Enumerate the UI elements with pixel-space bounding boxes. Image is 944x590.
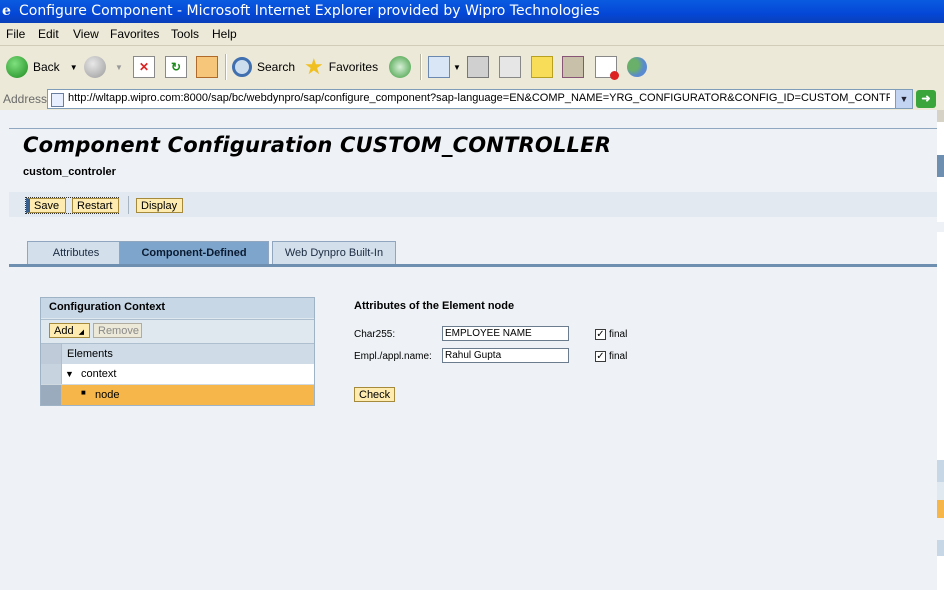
- leaf-bullet-icon: ■: [81, 388, 86, 397]
- window-title: Configure Component - Microsoft Internet…: [19, 3, 600, 19]
- note-icon: [531, 56, 553, 78]
- expand-triangle-icon[interactable]: ▼: [65, 369, 74, 379]
- add-menu-button[interactable]: Add ◢: [49, 323, 90, 338]
- edit-icon: [499, 56, 521, 78]
- right-partial-panel-4: [937, 540, 944, 556]
- refresh-icon: ↻: [165, 56, 187, 78]
- forward-button[interactable]: ▼: [84, 52, 123, 82]
- elements-header-label: Elements: [67, 348, 113, 360]
- back-arrow-icon: [6, 56, 28, 78]
- search-button[interactable]: Search: [232, 52, 295, 82]
- forward-arrow-icon: [84, 56, 106, 78]
- page-subtitle: custom_controler: [23, 166, 116, 178]
- final-checkbox[interactable]: ✓: [595, 351, 606, 362]
- tabstrip-underline: [9, 264, 937, 267]
- header-divider: [9, 128, 937, 129]
- right-partial-selected: [937, 500, 944, 518]
- char255-input[interactable]: EMPLOYEE NAME: [442, 326, 569, 341]
- field-label: Empl./appl.name:: [354, 351, 432, 362]
- refresh-button[interactable]: ↻: [165, 52, 187, 82]
- messenger-icon: [627, 57, 647, 77]
- tree-row-selected[interactable]: ■ node: [41, 385, 314, 405]
- menu-favorites[interactable]: Favorites: [110, 27, 159, 41]
- discuss-button[interactable]: [531, 52, 553, 82]
- tree-node-label: node: [95, 389, 120, 401]
- document-icon: [595, 56, 619, 80]
- restart-button[interactable]: Restart: [72, 198, 119, 213]
- edit-button[interactable]: [499, 52, 521, 82]
- right-partial-panel-3: [937, 482, 944, 500]
- print-button[interactable]: [467, 52, 489, 82]
- right-partial-text-2: [937, 518, 944, 540]
- menu-view[interactable]: View: [73, 27, 99, 41]
- panel-header: Configuration Context: [41, 298, 314, 318]
- tab-component-defined[interactable]: Component-Defined: [119, 241, 269, 264]
- page-title: Component Configuration CUSTOM_CONTROLLE…: [23, 133, 612, 157]
- display-button[interactable]: Display: [136, 198, 183, 213]
- dropdown-arrow-icon: ▼: [69, 62, 78, 72]
- remove-button[interactable]: Remove: [93, 323, 142, 338]
- document-button[interactable]: [595, 52, 619, 82]
- dropdown-arrow-icon: ▼: [453, 62, 461, 72]
- save-button[interactable]: Save: [26, 198, 66, 213]
- search-icon: [232, 57, 252, 77]
- final-label: final: [609, 329, 628, 340]
- row-selector[interactable]: [41, 364, 62, 384]
- tree-row[interactable]: ▼ context: [41, 364, 314, 385]
- address-dropdown-icon[interactable]: ▼: [895, 90, 912, 108]
- print-icon: [467, 56, 489, 78]
- attributes-heading: Attributes of the Element node: [354, 300, 515, 312]
- home-button[interactable]: [196, 52, 218, 82]
- right-partial-text: [937, 222, 944, 232]
- dropdown-arrow-icon: ▼: [115, 62, 123, 72]
- back-button[interactable]: Back ▼: [6, 52, 78, 82]
- empl-appl-name-input[interactable]: Rahul Gupta: [442, 348, 569, 363]
- toolbar-separator: [420, 54, 422, 80]
- address-url: http://wltapp.wipro.com:8000/sap/bc/webd…: [68, 92, 890, 104]
- page-icon: [51, 93, 64, 107]
- elements-column-header: Elements: [41, 343, 314, 365]
- right-partial-panel: [937, 155, 944, 177]
- right-partial-panel-2: [937, 460, 944, 482]
- menu-bar: File Edit View Favorites Tools Help: [0, 23, 944, 46]
- tree-node-label: context: [81, 368, 117, 380]
- panel-title: Configuration Context: [49, 301, 166, 313]
- toolbar-separator: [225, 54, 227, 80]
- menu-file[interactable]: File: [6, 27, 25, 41]
- browser-toolbar: Back ▼ ▼ ✕ ↻ Search ★ Favorites ▼: [0, 46, 944, 89]
- scroll-up-partial[interactable]: [937, 110, 944, 122]
- caret-down-icon: ◢: [78, 329, 85, 336]
- go-arrow-icon[interactable]: ➜: [916, 90, 936, 108]
- ie-logo-icon: e: [2, 3, 11, 19]
- menu-tools[interactable]: Tools: [171, 27, 199, 41]
- menu-edit[interactable]: Edit: [38, 27, 59, 41]
- address-label: Address: [3, 92, 48, 106]
- mail-icon: [428, 56, 450, 78]
- panel-toolbar: Add ◢ Remove: [41, 319, 314, 342]
- history-icon: [389, 56, 411, 78]
- row-selector[interactable]: [41, 385, 62, 405]
- messenger-button[interactable]: [627, 52, 647, 82]
- final-label: final: [609, 351, 628, 362]
- stop-button[interactable]: ✕: [133, 52, 155, 82]
- favorites-button[interactable]: ★ Favorites: [304, 52, 378, 82]
- tab-web-dynpro-built-in[interactable]: Web Dynpro Built-In: [272, 241, 396, 264]
- menu-help[interactable]: Help: [212, 27, 237, 41]
- research-icon: [562, 56, 584, 78]
- mail-button[interactable]: ▼: [428, 52, 461, 82]
- field-label: Char255:: [354, 329, 396, 340]
- button-separator: [128, 196, 129, 214]
- tab-attributes[interactable]: Attributes: [27, 241, 125, 264]
- history-button[interactable]: [389, 52, 416, 82]
- final-checkbox[interactable]: ✓: [595, 329, 606, 340]
- address-input[interactable]: http://wltapp.wipro.com:8000/sap/bc/webd…: [47, 89, 913, 109]
- window-titlebar: e Configure Component - Microsoft Intern…: [0, 0, 944, 23]
- research-button[interactable]: [562, 52, 584, 82]
- address-bar: Address http://wltapp.wipro.com:8000/sap…: [0, 88, 944, 111]
- home-icon: [196, 56, 218, 78]
- favorites-star-icon: ★: [304, 54, 324, 79]
- check-button[interactable]: Check: [354, 387, 395, 402]
- stop-icon: ✕: [133, 56, 155, 78]
- select-all-cell[interactable]: [41, 344, 62, 364]
